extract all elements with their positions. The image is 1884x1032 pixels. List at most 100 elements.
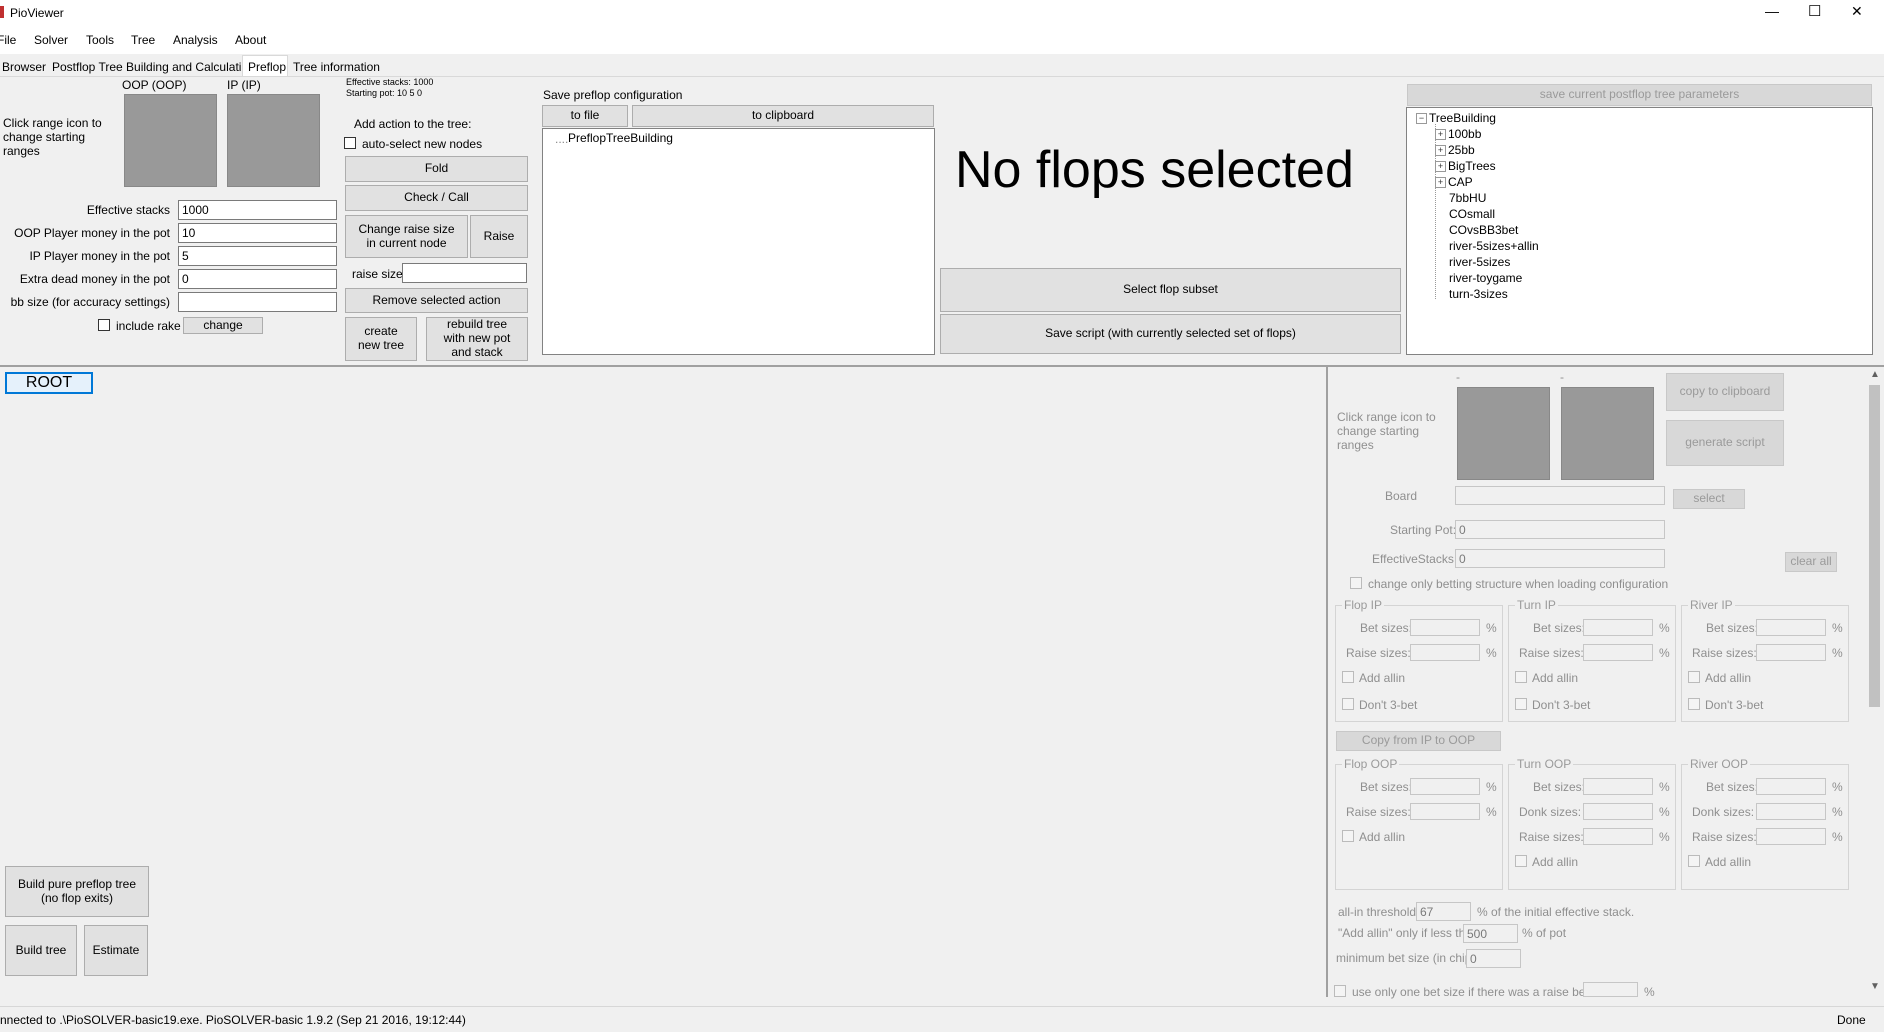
river-ip-allin-checkbox[interactable]: [1688, 671, 1700, 683]
select-flop-subset-button[interactable]: Select flop subset: [940, 268, 1401, 312]
menu-analysis[interactable]: Analysis: [173, 33, 218, 47]
river-ip-raise-input[interactable]: [1756, 644, 1826, 661]
tab-tree-info[interactable]: Tree information: [293, 60, 380, 74]
rebuild-tree-button[interactable]: rebuild tree with new pot and stack: [426, 317, 528, 361]
raise-size-input[interactable]: [402, 263, 527, 283]
tree-folder-cap[interactable]: + CAP: [1435, 175, 1473, 189]
maximize-icon[interactable]: ☐: [1808, 2, 1821, 20]
save-script-button[interactable]: Save script (with currently selected set…: [940, 314, 1401, 354]
board-input[interactable]: [1455, 486, 1665, 505]
turn-ip-no3bet-checkbox[interactable]: [1515, 698, 1527, 710]
flop-oop-raise-input[interactable]: [1410, 803, 1480, 820]
root-node[interactable]: ROOT: [5, 372, 93, 394]
tab-preflop[interactable]: Preflop: [242, 55, 288, 76]
config-item[interactable]: PreflopTreeBuilding: [568, 131, 673, 145]
river-oop-donk-input[interactable]: [1756, 803, 1826, 820]
tree-leaf[interactable]: river-5sizes: [1449, 255, 1510, 269]
copy-to-clipboard-button[interactable]: copy to clipboard: [1666, 373, 1784, 411]
menu-solver[interactable]: Solver: [34, 33, 68, 47]
tab-browser[interactable]: Browser: [2, 60, 46, 74]
collapse-icon[interactable]: −: [1416, 113, 1427, 125]
check-call-button[interactable]: Check / Call: [345, 185, 528, 211]
river-ip-bet-input[interactable]: [1756, 619, 1826, 636]
generate-script-button[interactable]: generate script: [1666, 420, 1784, 466]
auto-select-checkbox[interactable]: [344, 137, 356, 149]
turn-oop-raise-input[interactable]: [1583, 828, 1653, 845]
turn-oop-donk-input[interactable]: [1583, 803, 1653, 820]
tree-folder-100bb[interactable]: +100bb: [1435, 127, 1481, 141]
scroll-thumb[interactable]: [1869, 385, 1880, 707]
effective-stacks-input[interactable]: 1000: [178, 200, 337, 220]
change-only-checkbox[interactable]: [1350, 577, 1362, 589]
tree-leaf[interactable]: turn-3sizes: [1449, 287, 1508, 301]
scrollbar[interactable]: ▲ ▼: [1866, 367, 1883, 997]
save-postflop-params-button[interactable]: save current postflop tree parameters: [1407, 84, 1872, 106]
to-file-button[interactable]: to file: [542, 105, 628, 127]
oop-range-icon[interactable]: [124, 94, 217, 187]
expand-icon[interactable]: +: [1435, 145, 1446, 157]
expand-icon[interactable]: +: [1435, 177, 1446, 189]
flop-ip-bet-input[interactable]: [1410, 619, 1480, 636]
tree-leaf[interactable]: 7bbHU: [1449, 191, 1486, 205]
tab-postflop[interactable]: Postflop Tree Building and Calculations: [52, 60, 261, 74]
create-tree-button[interactable]: create new tree: [345, 317, 417, 361]
tree-leaf[interactable]: river-5sizes+allin: [1449, 239, 1539, 253]
ip-money-input[interactable]: 5: [178, 246, 337, 266]
ip-range-icon[interactable]: [227, 94, 320, 187]
raise-button[interactable]: Raise: [470, 215, 528, 258]
flop-ip-allin-checkbox[interactable]: [1342, 671, 1354, 683]
add-allin-less-input[interactable]: 500: [1463, 924, 1518, 943]
remove-action-button[interactable]: Remove selected action: [345, 288, 528, 313]
build-pure-preflop-button[interactable]: Build pure preflop tree (no flop exits): [5, 866, 149, 917]
menu-file[interactable]: File: [0, 33, 16, 47]
river-oop-raise-input[interactable]: [1756, 828, 1826, 845]
ip-range-icon-right[interactable]: [1561, 387, 1654, 480]
board-select-button[interactable]: select: [1673, 489, 1745, 509]
river-ip-no3bet-checkbox[interactable]: [1688, 698, 1700, 710]
river-oop-allin-checkbox[interactable]: [1688, 855, 1700, 867]
minimize-icon[interactable]: —: [1765, 3, 1779, 19]
effective-stacks-right-input[interactable]: 0: [1455, 549, 1665, 568]
change-rake-button[interactable]: change: [183, 317, 263, 334]
copy-ip-to-oop-button[interactable]: Copy from IP to OOP: [1336, 731, 1501, 751]
one-bet-size-input[interactable]: [1583, 982, 1638, 997]
one-bet-size-checkbox[interactable]: [1334, 985, 1346, 997]
estimate-button[interactable]: Estimate: [84, 925, 148, 976]
turn-oop-bet-input[interactable]: [1583, 778, 1653, 795]
include-rake-checkbox[interactable]: [98, 319, 110, 331]
river-oop-bet-input[interactable]: [1756, 778, 1826, 795]
tree-folder-bigtrees[interactable]: + BigTrees: [1435, 159, 1496, 173]
tree-leaf[interactable]: COvsBB3bet: [1449, 223, 1518, 237]
dead-money-input[interactable]: 0: [178, 269, 337, 289]
turn-ip-allin-checkbox[interactable]: [1515, 671, 1527, 683]
turn-ip-bet-input[interactable]: [1583, 619, 1653, 636]
flop-oop-allin-checkbox[interactable]: [1342, 830, 1354, 842]
clear-all-button[interactable]: clear all: [1785, 552, 1837, 572]
allin-threshold-input[interactable]: 67: [1416, 902, 1471, 921]
scroll-up-icon[interactable]: ▲: [1870, 369, 1880, 380]
flop-oop-bet-input[interactable]: [1410, 778, 1480, 795]
tree-leaf[interactable]: river-toygame: [1449, 271, 1522, 285]
tree-leaf[interactable]: COsmall: [1449, 207, 1495, 221]
fold-button[interactable]: Fold: [345, 156, 528, 182]
starting-pot-input[interactable]: 0: [1455, 520, 1665, 539]
expand-icon[interactable]: +: [1435, 161, 1446, 173]
oop-range-icon-right[interactable]: [1457, 387, 1550, 480]
change-raise-button[interactable]: Change raise size in current node: [345, 215, 468, 258]
flop-ip-raise-input[interactable]: [1410, 644, 1480, 661]
to-clipboard-button[interactable]: to clipboard: [632, 105, 934, 127]
oop-money-input[interactable]: 10: [178, 223, 337, 243]
build-tree-button[interactable]: Build tree: [5, 925, 77, 976]
expand-icon[interactable]: +: [1435, 129, 1446, 141]
turn-ip-raise-input[interactable]: [1583, 644, 1653, 661]
preflop-tree-canvas[interactable]: [0, 367, 1325, 997]
menu-about[interactable]: About: [235, 33, 266, 47]
scroll-down-icon[interactable]: ▼: [1870, 981, 1880, 992]
bb-size-input[interactable]: [178, 292, 337, 312]
tree-folder-25bb[interactable]: +25bb: [1435, 143, 1475, 157]
config-list[interactable]: .... PreflopTreeBuilding: [542, 128, 935, 355]
menu-tools[interactable]: Tools: [86, 33, 114, 47]
menu-tree[interactable]: Tree: [131, 33, 155, 47]
turn-oop-allin-checkbox[interactable]: [1515, 855, 1527, 867]
min-bet-input[interactable]: 0: [1466, 949, 1521, 968]
